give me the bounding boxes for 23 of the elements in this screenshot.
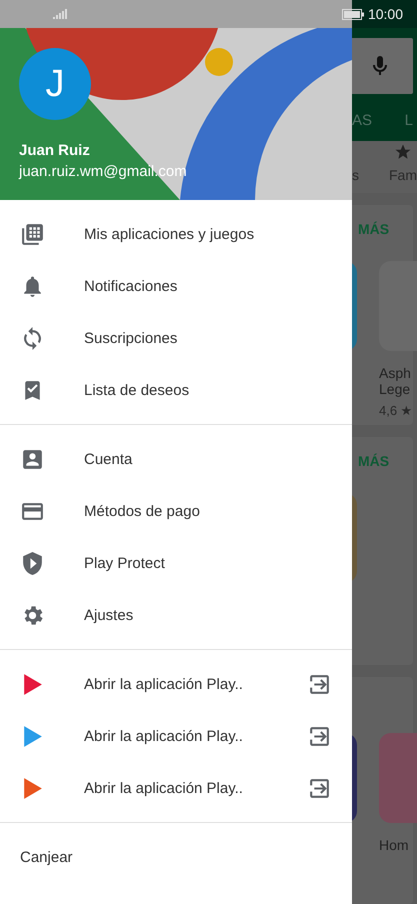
star-icon <box>394 143 412 162</box>
menu-item[interactable]: Abrir la aplicación Play.. <box>0 710 352 762</box>
menu-item[interactable]: Mis aplicaciones y juegos <box>0 208 352 260</box>
app-title: Asph <box>379 365 412 382</box>
menu-item[interactable]: Canjear <box>0 831 352 883</box>
menu-item[interactable]: Suscripciones <box>0 312 352 364</box>
account-name: Juan Ruiz <box>19 142 90 159</box>
menu-item[interactable]: Abrir la aplicación Play.. <box>0 762 352 814</box>
clock-time: 10:00 <box>368 6 403 22</box>
app-title: Hom <box>379 836 410 853</box>
menu-item[interactable]: Lista de deseos <box>0 364 352 416</box>
menu-item[interactable]: Ajustes <box>0 589 352 641</box>
battery-icon <box>342 8 364 20</box>
app-rating: 4,6 ★ <box>379 403 414 418</box>
menu-item[interactable]: Notificaciones <box>0 260 352 312</box>
apps-grid-icon <box>20 222 45 246</box>
shield-play-icon <box>20 550 45 576</box>
menu-item[interactable]: Abrir la aplicación Play.. <box>0 658 352 710</box>
menu-item[interactable]: Métodos de pago <box>0 485 352 537</box>
menu-item[interactable]: Play Protect <box>0 537 352 589</box>
menu-item[interactable]: Cuenta <box>0 433 352 485</box>
signal-icon <box>53 9 67 19</box>
app-title: Lege <box>379 381 412 398</box>
